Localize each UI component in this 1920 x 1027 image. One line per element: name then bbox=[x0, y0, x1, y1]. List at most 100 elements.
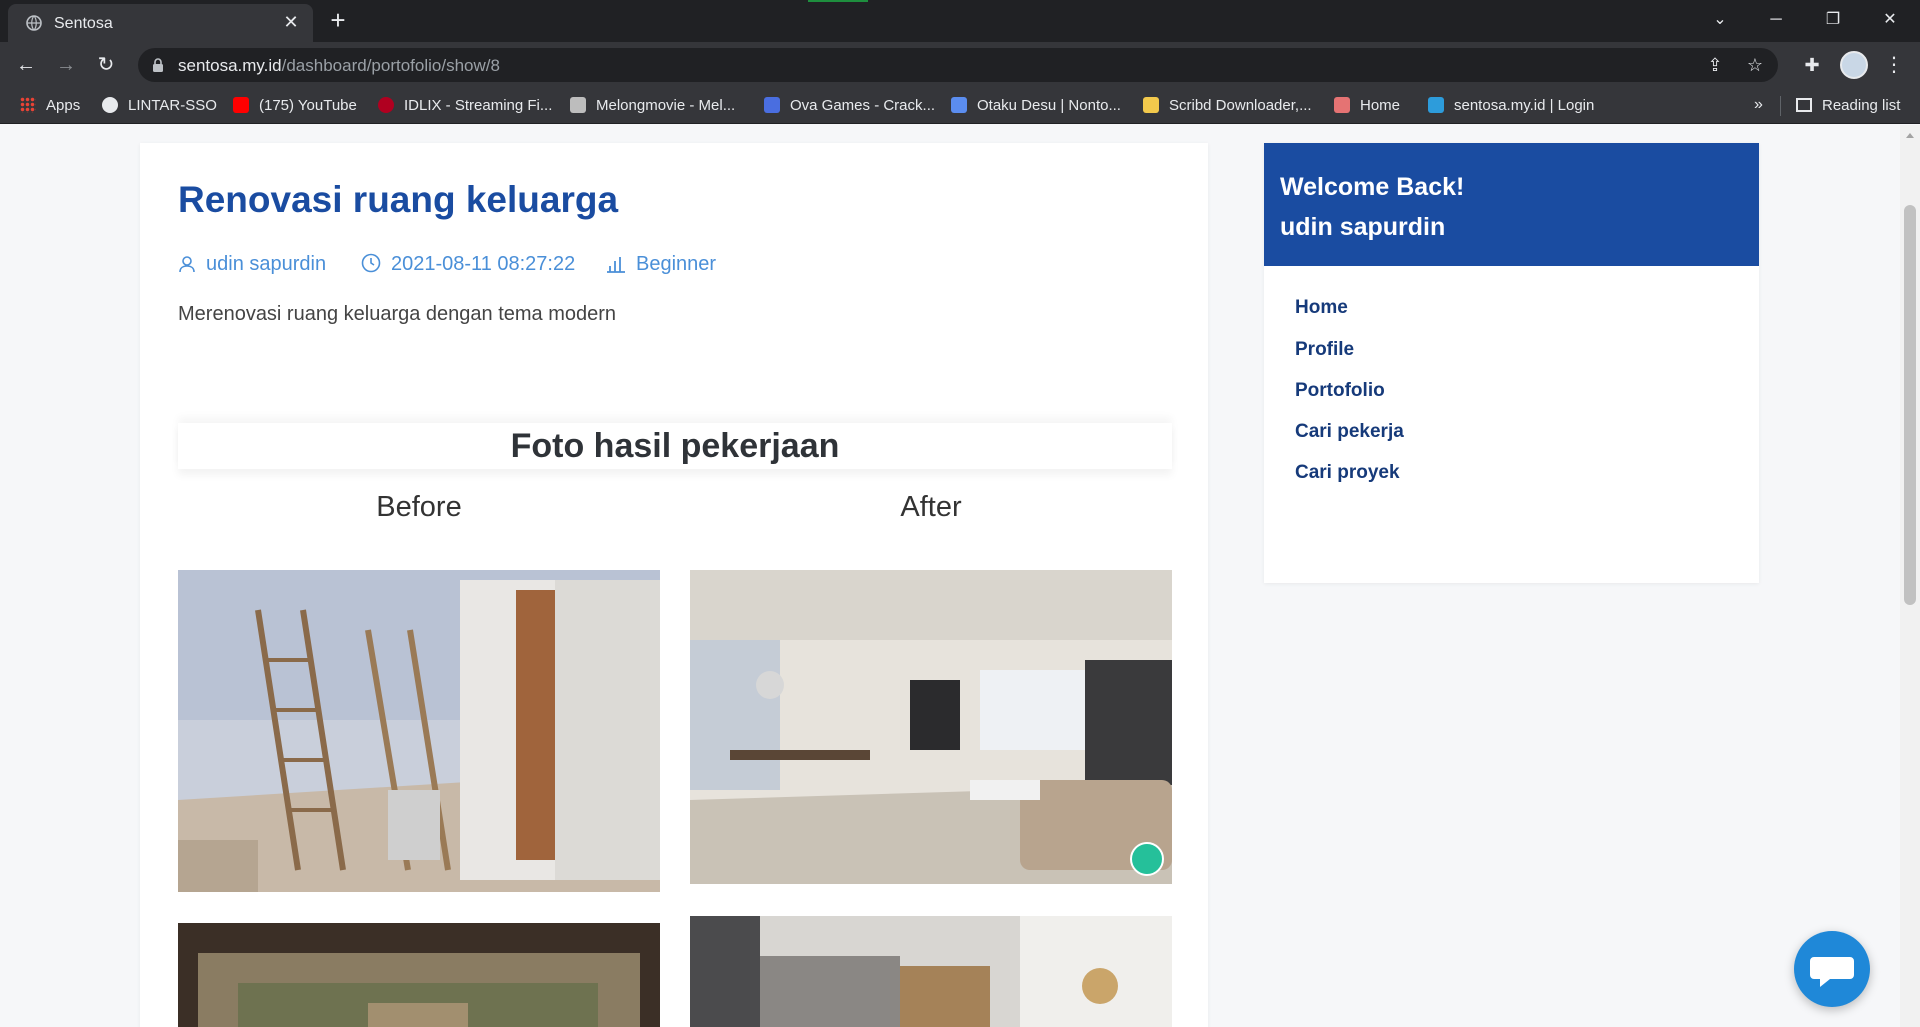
share-icon[interactable]: ⇪ bbox=[1704, 54, 1726, 76]
bookmark-melongmovie[interactable]: Melongmovie - Mel... bbox=[570, 96, 735, 116]
new-tab-button[interactable]: + bbox=[326, 7, 350, 33]
bookmark-label: Scribd Downloader,... bbox=[1169, 97, 1312, 114]
after-photo-image bbox=[690, 916, 1172, 1027]
section-title: Foto hasil pekerjaan bbox=[510, 427, 840, 465]
reading-list-button[interactable]: Reading list bbox=[1796, 96, 1900, 116]
scribd-icon bbox=[1143, 97, 1159, 113]
after-heading: After bbox=[900, 491, 962, 523]
author-name: udin sapurdin bbox=[206, 253, 327, 275]
bookmark-label: Ova Games - Crack... bbox=[790, 97, 936, 114]
url-host: sentosa.my.id bbox=[178, 56, 282, 75]
welcome-username: udin sapurdin bbox=[1280, 213, 1446, 241]
minimize-button[interactable]: ─ bbox=[1756, 6, 1796, 34]
before-heading: Before bbox=[376, 491, 462, 523]
level-text: Beginner bbox=[636, 253, 717, 275]
close-tab-icon[interactable]: ✕ bbox=[281, 12, 301, 32]
back-button[interactable]: ← bbox=[12, 51, 40, 79]
apps-grid-icon bbox=[20, 97, 36, 113]
browser-toolbar: ← → ↻ sentosa.my.id/dashboard/portofolio… bbox=[0, 42, 1920, 88]
clock-icon bbox=[361, 253, 381, 273]
scroll-up-arrow-icon[interactable] bbox=[1906, 133, 1914, 138]
after-photo[interactable] bbox=[690, 916, 1172, 1027]
level-meta: Beginner bbox=[606, 253, 716, 276]
tab-search-icon[interactable]: ⌄ bbox=[1700, 6, 1740, 34]
reading-list-icon bbox=[1796, 98, 1812, 112]
bookmark-lintar-sso[interactable]: LINTAR-SSO bbox=[102, 96, 217, 116]
sidebar-card: Welcome Back! udin sapurdin Home Profile… bbox=[1264, 143, 1759, 583]
sidebar-item-cari-proyek[interactable]: Cari proyek bbox=[1295, 462, 1400, 484]
bookmark-sentosa-login[interactable]: sentosa.my.id | Login bbox=[1428, 96, 1594, 116]
before-photo[interactable] bbox=[178, 570, 660, 892]
bookmark-label: Melongmovie - Mel... bbox=[596, 97, 736, 114]
sidebar-item-profile[interactable]: Profile bbox=[1295, 339, 1354, 361]
section-heading: Foto hasil pekerjaan bbox=[178, 423, 1172, 469]
extensions-puzzle-icon[interactable]: ✚ bbox=[1798, 51, 1826, 79]
bookmark-star-icon[interactable]: ☆ bbox=[1744, 54, 1766, 76]
before-photo[interactable] bbox=[178, 923, 660, 1027]
bookmark-label: Otaku Desu | Nonto... bbox=[977, 97, 1121, 114]
welcome-header: Welcome Back! udin sapurdin bbox=[1264, 143, 1759, 266]
tab-title: Sentosa bbox=[54, 15, 113, 32]
address-bar[interactable]: sentosa.my.id/dashboard/portofolio/show/… bbox=[138, 48, 1778, 82]
globe-icon bbox=[102, 97, 118, 113]
bookmark-label: LINTAR-SSO bbox=[128, 97, 217, 114]
after-photo[interactable] bbox=[690, 570, 1172, 884]
user-icon bbox=[179, 256, 195, 273]
post-description: Merenovasi ruang keluarga dengan tema mo… bbox=[178, 303, 617, 325]
tab-strip: Sentosa ✕ + ⌄ ─ ❐ ✕ bbox=[0, 0, 1920, 42]
forward-button[interactable]: → bbox=[52, 51, 80, 79]
scrollbar-thumb[interactable] bbox=[1904, 205, 1916, 605]
bookmark-label: Apps bbox=[46, 97, 81, 114]
indicator bbox=[808, 0, 868, 2]
more-bookmarks-button[interactable]: » bbox=[1754, 96, 1763, 114]
date-meta: 2021-08-11 08:27:22 bbox=[361, 253, 575, 276]
bookmark-ova-games[interactable]: Ova Games - Crack... bbox=[764, 96, 935, 116]
close-window-button[interactable]: ✕ bbox=[1870, 6, 1910, 34]
melongmovie-icon bbox=[570, 97, 586, 113]
sidebar-item-home[interactable]: Home bbox=[1295, 297, 1348, 319]
bookmark-label: Home bbox=[1360, 97, 1401, 114]
bookmark-otaku-desu[interactable]: Otaku Desu | Nonto... bbox=[951, 96, 1121, 116]
page-title: Renovasi ruang keluarga bbox=[178, 179, 619, 220]
lock-icon bbox=[153, 58, 163, 72]
divider bbox=[1780, 96, 1781, 116]
bookmark-youtube[interactable]: (175) YouTube bbox=[233, 96, 357, 116]
browser-menu-icon[interactable]: ⋮ bbox=[1884, 51, 1904, 79]
welcome-text: Welcome Back! bbox=[1280, 173, 1465, 201]
bar-chart-icon bbox=[607, 257, 625, 273]
portfolio-card: Renovasi ruang keluarga udin sapurdin 20… bbox=[140, 143, 1208, 1027]
bookmark-label: sentosa.my.id | Login bbox=[1454, 97, 1595, 114]
url-path: /dashboard/portofolio/show/8 bbox=[281, 56, 500, 75]
page-scrollbar[interactable] bbox=[1900, 125, 1920, 1027]
profile-avatar[interactable] bbox=[1840, 51, 1868, 79]
reload-button[interactable]: ↻ bbox=[92, 51, 120, 79]
bookmarks-bar: Apps LINTAR-SSO (175) YouTube IDLIX - St… bbox=[0, 88, 1920, 124]
ova-games-icon bbox=[764, 97, 780, 113]
globe-icon bbox=[26, 15, 42, 31]
sidebar-item-portofolio[interactable]: Portofolio bbox=[1295, 380, 1385, 402]
url-text[interactable]: sentosa.my.id/dashboard/portofolio/show/… bbox=[178, 56, 500, 76]
sidebar-item-cari-pekerja[interactable]: Cari pekerja bbox=[1295, 421, 1404, 443]
before-photo-image bbox=[178, 570, 660, 892]
bookmark-label: (175) YouTube bbox=[259, 97, 357, 114]
idlix-icon bbox=[378, 97, 394, 113]
after-photo-image bbox=[690, 570, 1172, 884]
reading-list-label: Reading list bbox=[1822, 97, 1901, 114]
leaf-badge-icon bbox=[1130, 842, 1164, 876]
otaku-desu-icon bbox=[951, 97, 967, 113]
chat-button[interactable] bbox=[1794, 931, 1870, 1007]
bookmark-label: IDLIX - Streaming Fi... bbox=[404, 97, 553, 114]
before-photo-image bbox=[178, 923, 660, 1027]
youtube-icon bbox=[233, 97, 249, 113]
bookmark-idlix[interactable]: IDLIX - Streaming Fi... bbox=[378, 96, 552, 116]
restore-button[interactable]: ❐ bbox=[1813, 6, 1853, 34]
bookmark-apps[interactable]: Apps bbox=[20, 96, 80, 116]
page-viewport: Renovasi ruang keluarga udin sapurdin 20… bbox=[0, 125, 1900, 1027]
tab-sentosa[interactable]: Sentosa ✕ bbox=[8, 4, 313, 42]
post-datetime: 2021-08-11 08:27:22 bbox=[391, 253, 576, 275]
bookmark-scribd-downloader[interactable]: Scribd Downloader,... bbox=[1143, 96, 1312, 116]
chat-bubble-icon bbox=[1810, 957, 1854, 987]
author-meta: udin sapurdin bbox=[178, 253, 326, 276]
sentosa-icon bbox=[1428, 97, 1444, 113]
bookmark-home[interactable]: Home bbox=[1334, 96, 1400, 116]
